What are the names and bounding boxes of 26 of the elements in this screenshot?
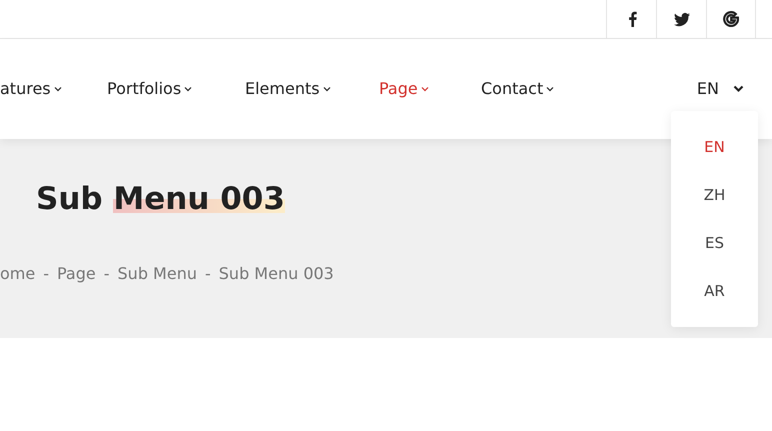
breadcrumb-separator: - <box>104 263 110 286</box>
chevron-down-icon <box>54 86 62 92</box>
nav-menu-item[interactable]: Contact <box>481 77 581 101</box>
chevron-down-icon <box>546 86 554 92</box>
nav-menu-item[interactable]: Portfolios <box>107 77 245 101</box>
chevron-down-icon <box>184 86 192 92</box>
breadcrumb-link[interactable]: ome <box>0 262 36 286</box>
breadcrumb-separator: - <box>204 263 211 286</box>
language-option[interactable]: AR <box>671 267 758 315</box>
nav-menu-item[interactable]: Page <box>379 77 481 101</box>
chevron-down-icon <box>322 86 331 92</box>
language-selector[interactable]: EN <box>696 77 744 101</box>
google-link[interactable] <box>706 0 756 38</box>
google-icon <box>723 11 739 27</box>
breadcrumb-current: Sub Menu 003 <box>218 263 334 286</box>
breadcrumb-link[interactable]: Sub Menu <box>118 262 197 286</box>
chevron-down-icon <box>733 85 744 93</box>
language-option[interactable]: EN <box>671 123 758 171</box>
twitter-icon <box>674 11 690 27</box>
language-option[interactable]: ES <box>671 219 758 267</box>
language-option[interactable]: ZH <box>671 171 758 219</box>
nav-menu-item[interactable]: Elements <box>245 77 379 101</box>
breadcrumb-link[interactable]: Page <box>57 262 96 286</box>
chevron-down-icon <box>420 86 429 92</box>
nav-menu-item[interactable]: atures <box>0 77 107 101</box>
breadcrumb-separator: - <box>43 263 49 286</box>
